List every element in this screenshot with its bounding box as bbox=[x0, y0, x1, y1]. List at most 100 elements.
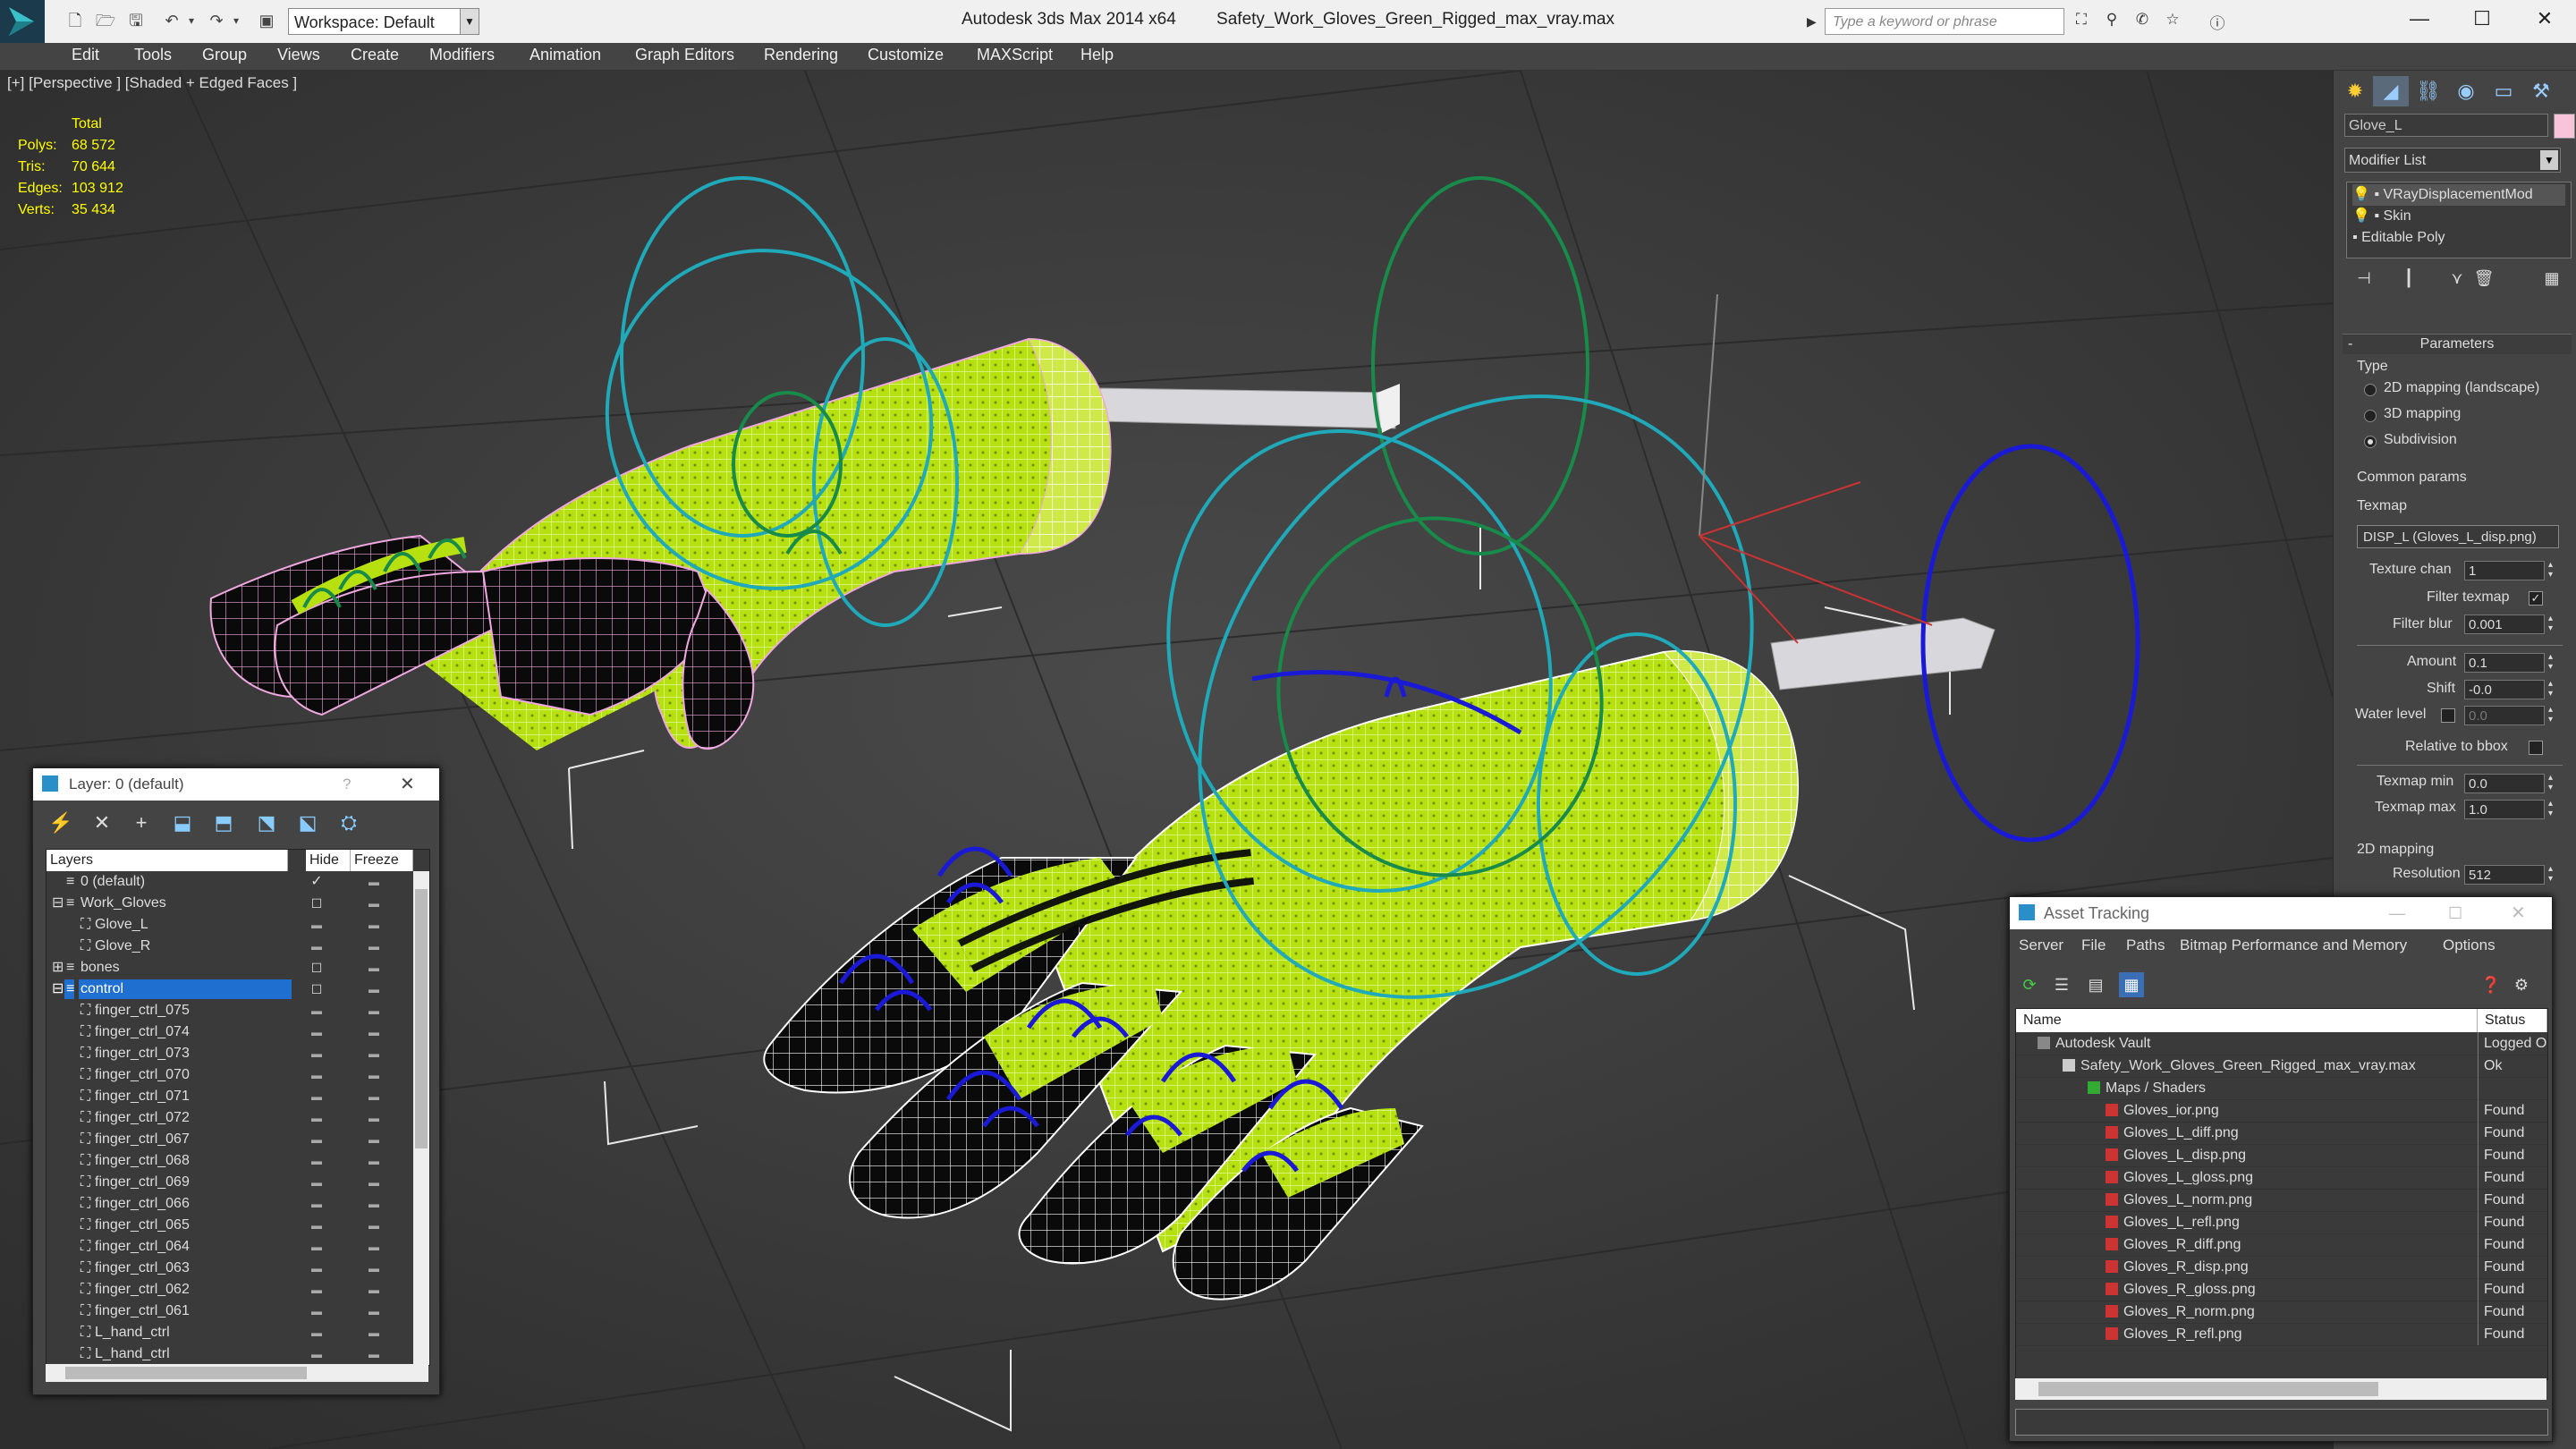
menu-views[interactable]: Views bbox=[270, 43, 327, 70]
hide-toggle[interactable]: ▬ bbox=[308, 1322, 326, 1343]
menu-tools[interactable]: Tools bbox=[127, 43, 179, 70]
chevron-down-icon[interactable]: ▼ bbox=[460, 9, 479, 34]
column-hide[interactable]: Hide bbox=[306, 850, 351, 871]
display-tab-icon[interactable]: ▭ bbox=[2486, 76, 2521, 106]
new-layer-icon[interactable]: ⚡ bbox=[46, 809, 76, 836]
water-level-spinner[interactable]: 0.0 bbox=[2464, 705, 2560, 725]
filter-texmap-checkbox[interactable]: ✓ bbox=[2529, 591, 2543, 606]
menu-modifiers[interactable]: Modifiers bbox=[422, 43, 502, 70]
create-tab-icon[interactable]: ✹ bbox=[2337, 76, 2373, 106]
asset-row[interactable]: Gloves_R_norm.png Found bbox=[2016, 1301, 2547, 1324]
hide-toggle[interactable]: ▬ bbox=[308, 1150, 326, 1172]
maximize-icon[interactable]: ☐ bbox=[2448, 897, 2462, 929]
freeze-toggle[interactable]: ▬ bbox=[363, 893, 385, 914]
hide-toggle[interactable]: ▬ bbox=[308, 1343, 326, 1365]
hide-toggle[interactable]: ☐ bbox=[308, 893, 326, 914]
layer-window-titlebar[interactable]: Layer: 0 (default) ? ✕ bbox=[33, 768, 439, 801]
asset-menu-bitmap-performance[interactable]: Bitmap Performance and Memory bbox=[2180, 936, 2407, 954]
layer-row[interactable]: ⛶ finger_ctrl_067 ▬ ▬ bbox=[47, 1129, 404, 1150]
radio-subdivision[interactable] bbox=[2364, 436, 2377, 448]
search-input[interactable]: Type a keyword or phrase bbox=[1825, 8, 2064, 35]
asset-row[interactable]: Gloves_L_norm.png Found bbox=[2016, 1189, 2547, 1212]
layer-row[interactable]: ⛶ finger_ctrl_061 ▬ ▬ bbox=[47, 1301, 404, 1322]
save-file-icon[interactable]: 🖫 bbox=[123, 9, 148, 32]
layer-row[interactable]: ⛶ finger_ctrl_073 ▬ ▬ bbox=[47, 1043, 404, 1064]
chevron-down-icon[interactable]: ▼ bbox=[2540, 150, 2558, 170]
minimize-icon[interactable]: — bbox=[2389, 897, 2405, 929]
viewport-label[interactable]: [+] [Perspective ] [Shaded + Edged Faces… bbox=[7, 74, 297, 92]
undo-dropdown-icon[interactable]: ▾ bbox=[179, 9, 204, 32]
menu-edit[interactable]: Edit bbox=[64, 43, 106, 70]
menu-rendering[interactable]: Rendering bbox=[757, 43, 845, 70]
asset-row[interactable]: Safety_Work_Gloves_Green_Rigged_max_vray… bbox=[2016, 1055, 2547, 1078]
layer-row[interactable]: ⛶ finger_ctrl_074 ▬ ▬ bbox=[47, 1021, 404, 1043]
layer-row[interactable]: ⛶ finger_ctrl_065 ▬ ▬ bbox=[47, 1215, 404, 1236]
horizontal-scrollbar[interactable] bbox=[2015, 1378, 2546, 1400]
hide-toggle[interactable]: ▬ bbox=[308, 1043, 326, 1064]
asset-menu-file[interactable]: File bbox=[2081, 936, 2106, 954]
texture-chan-spinner[interactable]: 1 bbox=[2464, 560, 2560, 580]
hide-toggle[interactable]: ▬ bbox=[308, 1279, 326, 1301]
hierarchy-tab-icon[interactable]: ⛓ bbox=[2411, 76, 2446, 106]
maximize-icon[interactable]: ☐ bbox=[2451, 0, 2513, 39]
stack-item-vraydisplacement[interactable]: 💡 ▪ VRayDisplacementMod bbox=[2352, 184, 2565, 206]
select-objects-icon[interactable]: ⬓ bbox=[167, 809, 198, 836]
close-icon[interactable]: ✕ bbox=[400, 768, 415, 801]
texmap-min-spinner[interactable]: 0.0 bbox=[2464, 773, 2560, 793]
modify-tab-icon[interactable]: ◢ bbox=[2373, 76, 2409, 106]
menu-help[interactable]: Help bbox=[1073, 43, 1121, 70]
show-end-result-icon[interactable]: ┃ bbox=[2396, 266, 2421, 291]
layer-row[interactable]: ≡ 0 (default) ✓ ▬ bbox=[47, 871, 404, 893]
list-view-icon[interactable]: ☰ bbox=[2049, 972, 2074, 997]
layer-row[interactable]: ⛶ finger_ctrl_062 ▬ ▬ bbox=[47, 1279, 404, 1301]
help-button[interactable]: ? bbox=[343, 768, 351, 801]
resolution-spinner[interactable]: 512 bbox=[2464, 864, 2560, 885]
freeze-toggle[interactable]: ▬ bbox=[363, 1279, 385, 1301]
asset-row[interactable]: Maps / Shaders bbox=[2016, 1077, 2547, 1100]
radio-2d-mapping[interactable] bbox=[2364, 384, 2377, 396]
freeze-toggle[interactable]: ▬ bbox=[363, 1000, 385, 1021]
remove-modifier-icon[interactable]: 🗑 bbox=[2471, 266, 2496, 291]
search-expand-icon[interactable]: ▶ bbox=[1807, 11, 1821, 32]
hide-toggle[interactable]: ▬ bbox=[308, 1086, 326, 1107]
freeze-toggle[interactable]: ▬ bbox=[363, 1064, 385, 1086]
help-icon[interactable]: ⓘ bbox=[2206, 11, 2229, 32]
modifier-list-dropdown[interactable]: Modifier List ▼ bbox=[2344, 148, 2561, 173]
freeze-toggle[interactable]: ▬ bbox=[363, 1107, 385, 1129]
help-icon[interactable]: ❓ bbox=[2479, 972, 2504, 997]
motion-tab-icon[interactable]: ◉ bbox=[2448, 76, 2484, 106]
asset-row[interactable]: Gloves_R_disp.png Found bbox=[2016, 1256, 2547, 1279]
layer-row[interactable]: ⊟ ≡ Work_Gloves ☐ ▬ bbox=[47, 893, 404, 914]
layer-row[interactable]: ⛶ finger_ctrl_063 ▬ ▬ bbox=[47, 1258, 404, 1279]
freeze-toggle[interactable]: ▬ bbox=[363, 1129, 385, 1150]
column-status[interactable]: Status bbox=[2478, 1009, 2547, 1032]
layer-row[interactable]: ⛶ Glove_L ▬ ▬ bbox=[47, 914, 404, 936]
hide-all-icon[interactable]: ⬔ bbox=[251, 809, 282, 836]
freeze-toggle[interactable]: ▬ bbox=[363, 1043, 385, 1064]
open-file-icon[interactable]: 🗁 bbox=[93, 9, 118, 32]
radio-3d-mapping[interactable] bbox=[2364, 410, 2377, 422]
freeze-toggle[interactable]: ▬ bbox=[363, 1215, 385, 1236]
new-file-icon[interactable]: 🗋 bbox=[63, 9, 88, 32]
configure-modifier-sets-icon[interactable]: ▦ bbox=[2539, 266, 2564, 291]
freeze-toggle[interactable]: ▬ bbox=[363, 979, 385, 1000]
texmap-max-spinner[interactable]: 1.0 bbox=[2464, 799, 2560, 819]
add-to-layer-icon[interactable]: + bbox=[126, 809, 157, 836]
asset-menu-server[interactable]: Server bbox=[2019, 936, 2063, 954]
layer-row[interactable]: ⛶ finger_ctrl_075 ▬ ▬ bbox=[47, 1000, 404, 1021]
pin-stack-icon[interactable]: ⊣ bbox=[2351, 266, 2377, 291]
column-freeze[interactable]: Freeze bbox=[351, 850, 413, 871]
menu-maxscript[interactable]: MAXScript bbox=[970, 43, 1060, 70]
texmap-button[interactable]: DISP_L (Gloves_L_disp.png) bbox=[2357, 525, 2559, 548]
object-color-swatch[interactable] bbox=[2554, 114, 2575, 139]
layer-properties-icon[interactable]: ⛭ bbox=[334, 809, 364, 836]
layer-row-selected[interactable]: ⊟ ≡ control ☐ ▬ bbox=[47, 979, 404, 1000]
vertical-scrollbar[interactable] bbox=[413, 871, 429, 1365]
tree-view-icon[interactable]: ▤ bbox=[2083, 972, 2108, 997]
menu-animation[interactable]: Animation bbox=[522, 43, 608, 70]
freeze-toggle[interactable]: ▬ bbox=[363, 1236, 385, 1258]
column-layers[interactable]: Layers bbox=[47, 850, 288, 871]
subscription-icon[interactable]: ⚲ bbox=[2100, 11, 2123, 32]
layer-row[interactable]: ⛶ finger_ctrl_069 ▬ ▬ bbox=[47, 1172, 404, 1193]
redo-dropdown-icon[interactable]: ▾ bbox=[224, 9, 249, 32]
